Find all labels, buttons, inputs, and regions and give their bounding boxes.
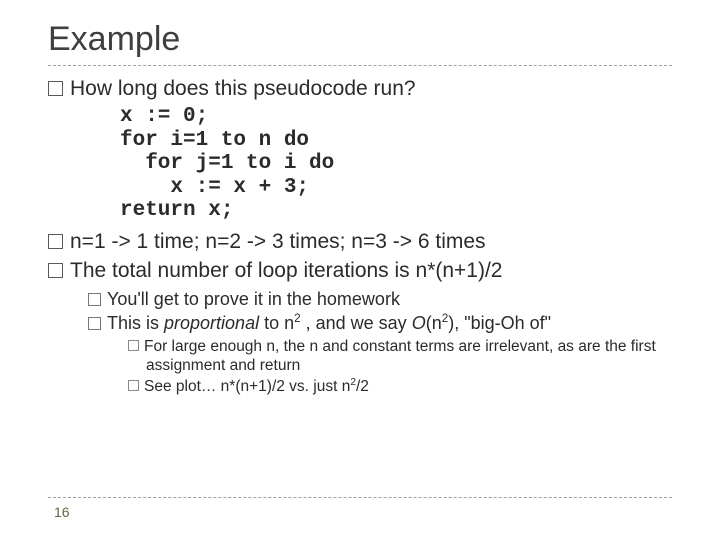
bullet-times: n=1 -> 1 time; n=2 -> 3 times; n=3 -> 6 …	[48, 229, 672, 254]
sub-bullet-prove: You'll get to prove it in the homework	[88, 289, 672, 311]
pseudocode-block: x := 0; for i=1 to n do for j=1 to i do …	[120, 105, 672, 223]
bullet-text: For large enough n, the n and constant t…	[144, 338, 656, 374]
content-area: How long does this pseudocode run? x := …	[48, 76, 672, 497]
bullet-total: The total number of loop iterations is n…	[48, 258, 672, 283]
subsub-bullets: For large enough n, the n and constant t…	[128, 338, 672, 396]
bullet-icon	[88, 293, 101, 306]
bullet-icon	[128, 340, 139, 351]
bullet-icon	[48, 81, 63, 96]
bullet-icon	[88, 317, 101, 330]
bullet-text: See plot… n*(n+1)/2 vs. just n2/2	[144, 378, 369, 395]
bullet-icon	[48, 234, 63, 249]
subsub-bullet-plot: See plot… n*(n+1)/2 vs. just n2/2	[128, 378, 672, 397]
bullet-icon	[48, 263, 63, 278]
bullet-question: How long does this pseudocode run?	[48, 76, 672, 101]
title-divider	[48, 65, 672, 66]
bullet-icon	[128, 380, 139, 391]
sub-bullets: You'll get to prove it in the homework T…	[88, 289, 672, 396]
bullet-text: This is proportional to n2 , and we say …	[107, 313, 551, 333]
slide: Example How long does this pseudocode ru…	[0, 0, 720, 540]
page-number: 16	[54, 504, 672, 520]
footer-divider	[48, 497, 672, 498]
slide-title: Example	[48, 20, 672, 59]
bullet-text: How long does this pseudocode run?	[70, 77, 416, 100]
bullet-text: You'll get to prove it in the homework	[107, 289, 400, 309]
bullet-text: The total number of loop iterations is n…	[70, 259, 503, 282]
bullet-text: n=1 -> 1 time; n=2 -> 3 times; n=3 -> 6 …	[70, 230, 486, 253]
sub-bullet-proportional: This is proportional to n2 , and we say …	[88, 313, 672, 335]
subsub-bullet-irrelevant: For large enough n, the n and constant t…	[128, 338, 672, 375]
